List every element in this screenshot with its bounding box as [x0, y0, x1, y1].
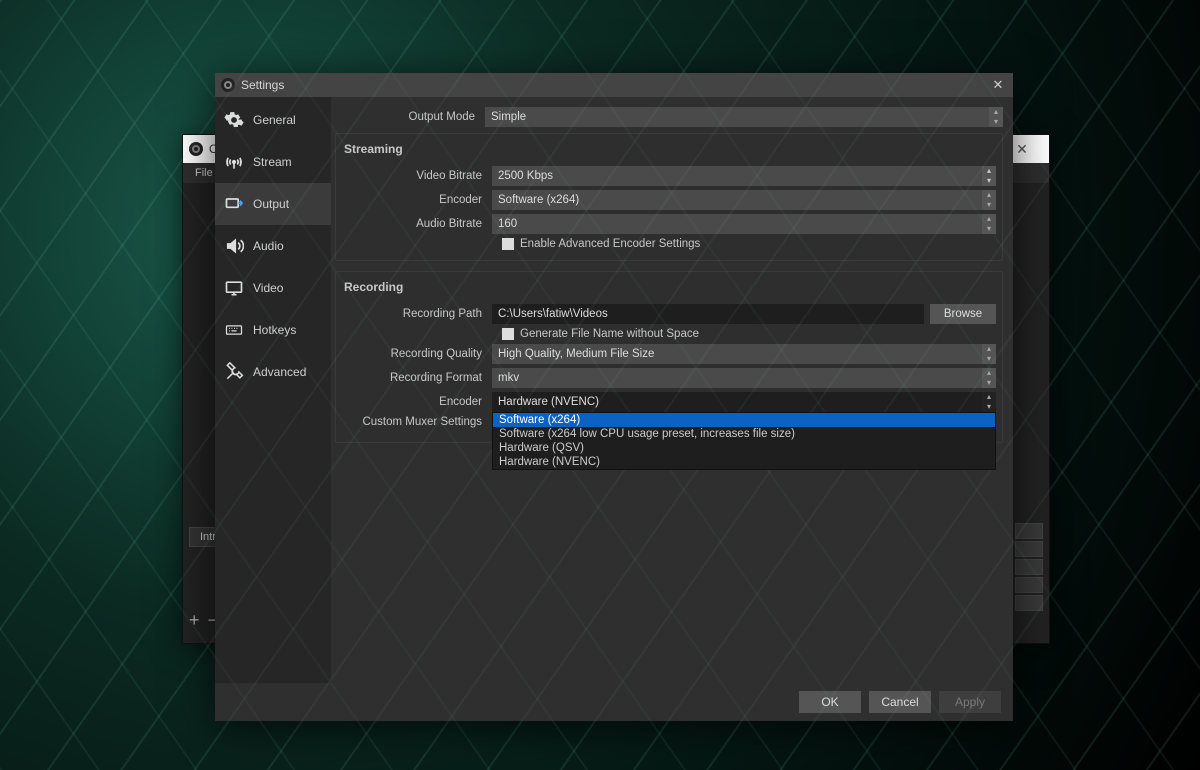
chevron-updown-icon — [982, 344, 996, 364]
group-streaming: Streaming Video Bitrate 2500 Kbps Encode… — [335, 133, 1003, 261]
sidebar-item-label: Stream — [253, 155, 292, 169]
row-output-mode: Output Mode Simple — [335, 107, 1003, 127]
control-buttons-stack — [1015, 523, 1043, 613]
chevron-updown-icon — [989, 107, 1003, 127]
apply-button: Apply — [939, 691, 1001, 713]
label-stream-encoder: Encoder — [342, 194, 492, 206]
label-gen-filename: Generate File Name without Space — [520, 328, 699, 340]
group-title-recording: Recording — [342, 276, 996, 300]
row-enable-advanced[interactable]: Enable Advanced Encoder Settings — [502, 238, 996, 250]
label-recording-path: Recording Path — [342, 308, 492, 320]
sidebar-item-stream[interactable]: Stream — [215, 141, 331, 183]
dropdown-option[interactable]: Software (x264 low CPU usage preset, inc… — [493, 427, 995, 441]
keyboard-icon — [223, 319, 245, 341]
group-title-streaming: Streaming — [342, 138, 996, 162]
label-audio-bitrate: Audio Bitrate — [342, 218, 492, 230]
recording-encoder-dropdown[interactable]: Software (x264) Software (x264 low CPU u… — [492, 412, 996, 470]
label-recording-encoder: Encoder — [342, 396, 492, 408]
scene-add-remove: + − — [189, 610, 218, 631]
settings-content: Output Mode Simple Streaming Video Bitra… — [331, 97, 1013, 683]
stream-encoder-select[interactable]: Software (x264) — [492, 190, 996, 210]
label-output-mode: Output Mode — [335, 111, 485, 123]
speaker-icon — [223, 235, 245, 257]
sidebar-item-audio[interactable]: Audio — [215, 225, 331, 267]
control-button[interactable] — [1015, 523, 1043, 539]
sidebar-item-label: Advanced — [253, 365, 306, 379]
control-button[interactable] — [1015, 595, 1043, 611]
label-video-bitrate: Video Bitrate — [342, 170, 492, 182]
chevron-updown-icon — [982, 368, 996, 388]
cancel-button[interactable]: Cancel — [869, 691, 931, 713]
checkbox-icon[interactable] — [502, 238, 514, 250]
dropdown-option[interactable]: Software (x264) — [493, 413, 995, 427]
obs-logo-icon — [189, 142, 203, 156]
checkbox-icon[interactable] — [502, 328, 514, 340]
sidebar-item-label: Hotkeys — [253, 323, 296, 337]
recording-encoder-select[interactable]: Hardware (NVENC) — [492, 392, 996, 412]
audio-bitrate-select[interactable]: 160 — [492, 214, 996, 234]
output-icon — [223, 193, 245, 215]
chevron-updown-icon — [982, 190, 996, 210]
spinner-arrows-icon — [982, 166, 996, 186]
close-icon: ✕ — [1016, 141, 1028, 158]
control-button[interactable] — [1015, 541, 1043, 557]
browse-button[interactable]: Browse — [930, 304, 996, 324]
close-icon: ✕ — [993, 77, 1004, 93]
sidebar-item-output[interactable]: Output — [215, 183, 331, 225]
recording-path-input[interactable]: C:\Users\fatiw\Videos — [492, 304, 924, 324]
settings-title: Settings — [241, 78, 284, 92]
sidebar-item-video[interactable]: Video — [215, 267, 331, 309]
obs-logo-icon — [221, 78, 235, 92]
label-enable-advanced: Enable Advanced Encoder Settings — [520, 238, 700, 250]
control-button[interactable] — [1015, 559, 1043, 575]
label-recording-format: Recording Format — [342, 372, 492, 384]
recording-format-select[interactable]: mkv — [492, 368, 996, 388]
label-custom-muxer: Custom Muxer Settings — [342, 416, 492, 428]
dropdown-option[interactable]: Hardware (NVENC) — [493, 455, 995, 469]
output-mode-select[interactable]: Simple — [485, 107, 1003, 127]
sidebar-item-label: General — [253, 113, 296, 127]
sidebar-item-label: Output — [253, 197, 289, 211]
sidebar-item-hotkeys[interactable]: Hotkeys — [215, 309, 331, 351]
add-scene-button[interactable]: + — [189, 610, 200, 631]
gear-icon — [223, 109, 245, 131]
ok-button[interactable]: OK — [799, 691, 861, 713]
video-bitrate-spinner[interactable]: 2500 Kbps — [492, 166, 996, 186]
sidebar-item-advanced[interactable]: Advanced — [215, 351, 331, 393]
row-gen-filename[interactable]: Generate File Name without Space — [502, 328, 996, 340]
group-recording: Recording Recording Path C:\Users\fatiw\… — [335, 271, 1003, 443]
antenna-icon — [223, 151, 245, 173]
sidebar-item-label: Audio — [253, 239, 284, 253]
label-recording-quality: Recording Quality — [342, 348, 492, 360]
control-button[interactable] — [1015, 577, 1043, 593]
tools-icon — [223, 361, 245, 383]
sidebar-item-label: Video — [253, 281, 283, 295]
chevron-updown-icon — [982, 392, 996, 412]
chevron-updown-icon — [982, 214, 996, 234]
settings-footer: OK Cancel Apply — [215, 683, 1013, 721]
monitor-icon — [223, 277, 245, 299]
settings-close-button[interactable]: ✕ — [989, 76, 1007, 94]
sidebar-item-general[interactable]: General — [215, 99, 331, 141]
recording-quality-select[interactable]: High Quality, Medium File Size — [492, 344, 996, 364]
settings-sidebar: General Stream Output Audio — [215, 97, 331, 683]
settings-dialog: Settings ✕ General Stream — [215, 73, 1013, 721]
settings-titlebar[interactable]: Settings ✕ — [215, 73, 1013, 97]
dropdown-option[interactable]: Hardware (QSV) — [493, 441, 995, 455]
